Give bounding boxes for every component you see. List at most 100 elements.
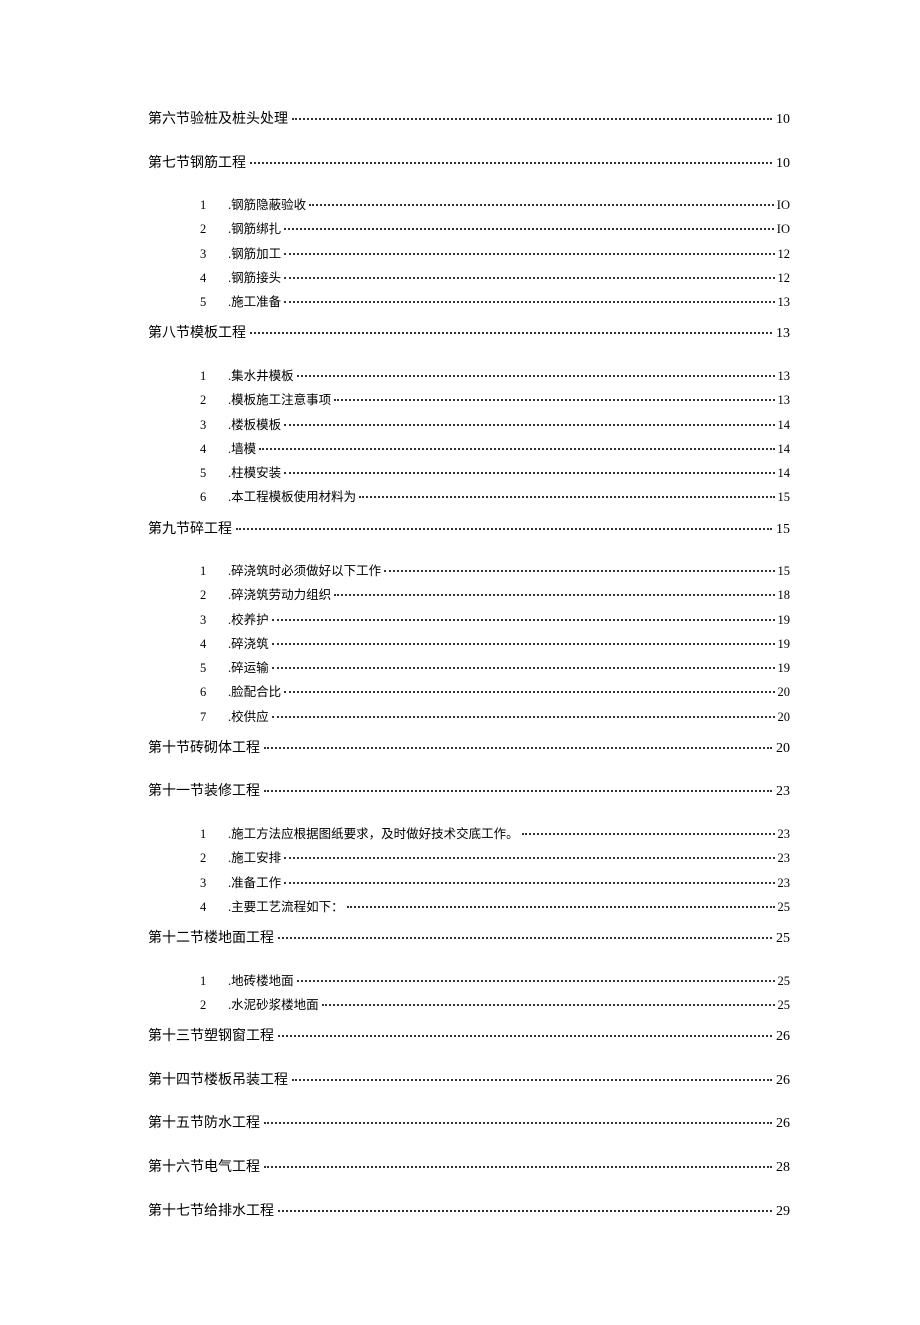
toc-leader-dots bbox=[284, 301, 774, 303]
toc-sub-page: 23 bbox=[778, 826, 791, 842]
toc-sub-title: .碎浇筑劳动力组织 bbox=[228, 587, 331, 603]
toc-sub-title: .本工程模板使用材料为 bbox=[228, 489, 356, 505]
toc-section-row: 第十六节电气工程28 bbox=[148, 1158, 790, 1178]
toc-sub-number: 4 bbox=[200, 441, 222, 457]
toc-leader-dots bbox=[272, 643, 775, 645]
toc-sub-row: 3.楼板模板14 bbox=[200, 417, 790, 433]
toc-sub-title: .钢筋加工 bbox=[228, 246, 281, 262]
toc-section-row: 第十二节楼地面工程 25 bbox=[148, 929, 790, 949]
toc-leader-dots bbox=[347, 906, 775, 908]
toc-leader-dots bbox=[278, 1035, 772, 1037]
toc-section-title: 第十五节防水工程 bbox=[148, 1114, 260, 1134]
toc-leader-dots bbox=[297, 980, 775, 982]
toc-sub-page: 25 bbox=[778, 973, 791, 989]
toc-leader-dots bbox=[236, 528, 772, 530]
toc-sub-title: .准备工作 bbox=[228, 875, 281, 891]
toc-leader-dots bbox=[272, 619, 775, 621]
toc-sub-list: 1.碎浇筑时必须做好以下工作152.碎浇筑劳动力组织183.校养护194.碎浇筑… bbox=[148, 563, 790, 725]
toc-sub-title: .施工准备 bbox=[228, 294, 281, 310]
toc-section-page: 25 bbox=[776, 929, 790, 949]
toc-section-title: 第七节钢筋工程 bbox=[148, 154, 246, 174]
toc-leader-dots bbox=[264, 1122, 772, 1124]
toc-sub-page: 13 bbox=[778, 392, 791, 408]
toc-leader-dots bbox=[264, 790, 772, 792]
toc-leader-dots bbox=[278, 937, 772, 939]
toc-section-title: 第六节验桩及桩头处理 bbox=[148, 110, 288, 130]
toc-sub-title: .碎浇筑 bbox=[228, 636, 269, 652]
toc-sub-number: 4 bbox=[200, 899, 222, 915]
toc-leader-dots bbox=[334, 594, 774, 596]
toc-sub-title: .脸配合比 bbox=[228, 684, 281, 700]
toc-section-row: 第六节验桩及桩头处理 10 bbox=[148, 110, 790, 130]
toc-section-page: 26 bbox=[776, 1071, 790, 1091]
toc-sub-number: 4 bbox=[200, 636, 222, 652]
toc-leader-dots bbox=[284, 882, 774, 884]
toc-sub-number: 5 bbox=[200, 294, 222, 310]
toc-block: 第八节模板工程131.集水井模板132.模板施工注意事项133.楼板模板144.… bbox=[148, 324, 790, 505]
toc-sub-row: 1.集水井模板13 bbox=[200, 368, 790, 384]
toc-sub-number: 2 bbox=[200, 587, 222, 603]
toc-section-row: 第十五节防水工程26 bbox=[148, 1114, 790, 1134]
toc-section-page: 10 bbox=[776, 154, 790, 174]
toc-sub-page: 12 bbox=[778, 270, 791, 286]
toc-section-title: 第十四节楼板吊装工程 bbox=[148, 1071, 288, 1091]
toc-section-page: 15 bbox=[776, 520, 790, 540]
toc-sub-title: .柱模安装 bbox=[228, 465, 281, 481]
toc-block: 第十一节装修工程231.施工方法应根据图纸要求，及时做好技术交底工作。232.施… bbox=[148, 782, 790, 915]
toc-sub-row: 6 .本工程模板使用材料为 15 bbox=[200, 489, 790, 505]
toc-sub-title: .校养护 bbox=[228, 612, 269, 628]
toc-block: 第七节钢筋工程101.钢筋隐蔽验收IO2.钢筋绑扎IO3.钢筋加工124.钢筋接… bbox=[148, 154, 790, 311]
toc-leader-dots bbox=[359, 496, 774, 498]
toc-leader-dots bbox=[259, 448, 774, 450]
toc-sub-title: .钢筋接头 bbox=[228, 270, 281, 286]
toc-sub-number: 6 bbox=[200, 489, 222, 505]
toc-sub-row: 4.墙模14 bbox=[200, 441, 790, 457]
table-of-contents: 第六节验桩及桩头处理10第七节钢筋工程101.钢筋隐蔽验收IO2.钢筋绑扎IO3… bbox=[148, 110, 790, 1221]
toc-section-title: 第十节砖砌体工程 bbox=[148, 739, 260, 759]
toc-sub-number: 1 bbox=[200, 197, 222, 213]
toc-sub-list: 1.钢筋隐蔽验收IO2.钢筋绑扎IO3.钢筋加工124.钢筋接头125.施工准备… bbox=[148, 197, 790, 310]
toc-leader-dots bbox=[334, 399, 774, 401]
toc-sub-row: 2.模板施工注意事项13 bbox=[200, 392, 790, 408]
toc-sub-row: 1.钢筋隐蔽验收IO bbox=[200, 197, 790, 213]
toc-sub-number: 1 bbox=[200, 826, 222, 842]
toc-leader-dots bbox=[284, 277, 774, 279]
toc-sub-row: 4.钢筋接头12 bbox=[200, 270, 790, 286]
toc-sub-page: 20 bbox=[778, 684, 791, 700]
toc-section-page: 13 bbox=[776, 324, 790, 344]
toc-sub-row: 1.碎浇筑时必须做好以下工作15 bbox=[200, 563, 790, 579]
toc-leader-dots bbox=[309, 204, 774, 206]
toc-sub-page: 18 bbox=[778, 587, 791, 603]
toc-sub-page: IO bbox=[777, 197, 790, 213]
toc-sub-number: 1 bbox=[200, 563, 222, 579]
toc-leader-dots bbox=[250, 332, 772, 334]
toc-sub-title: .碎运输 bbox=[228, 660, 269, 676]
toc-sub-page: IO bbox=[777, 221, 790, 237]
toc-sub-page: 15 bbox=[778, 489, 791, 505]
toc-sub-row: 6.脸配合比20 bbox=[200, 684, 790, 700]
toc-leader-dots bbox=[297, 375, 775, 377]
toc-sub-title: .集水井模板 bbox=[228, 368, 294, 384]
toc-sub-list: 1.施工方法应根据图纸要求，及时做好技术交底工作。232.施工安排233.准备工… bbox=[148, 826, 790, 915]
toc-sub-list: 1.地砖楼地面252.水泥砂浆楼地面25 bbox=[148, 973, 790, 1014]
toc-section-title: 第十六节电气工程 bbox=[148, 1158, 260, 1178]
toc-section-row: 第十七节给排水工程29 bbox=[148, 1202, 790, 1222]
toc-sub-page: 14 bbox=[778, 417, 791, 433]
toc-sub-row: 3.校养护19 bbox=[200, 612, 790, 628]
toc-leader-dots bbox=[292, 118, 772, 120]
toc-sub-list: 1.集水井模板132.模板施工注意事项133.楼板模板144.墙模145.柱模安… bbox=[148, 368, 790, 506]
toc-sub-number: 2 bbox=[200, 997, 222, 1013]
toc-sub-row: 3.钢筋加工12 bbox=[200, 246, 790, 262]
toc-sub-row: 5.碎运输19 bbox=[200, 660, 790, 676]
toc-section-page: 10 bbox=[776, 110, 790, 130]
toc-leader-dots bbox=[384, 570, 774, 572]
toc-section-title: 第十二节楼地面工程 bbox=[148, 929, 274, 949]
toc-sub-row: 2.水泥砂浆楼地面25 bbox=[200, 997, 790, 1013]
toc-sub-page: 20 bbox=[778, 709, 791, 725]
toc-leader-dots bbox=[522, 833, 775, 835]
toc-sub-number: 3 bbox=[200, 612, 222, 628]
toc-section-row: 第十节砖砌体工程20 bbox=[148, 739, 790, 759]
toc-sub-page: 23 bbox=[778, 875, 791, 891]
toc-sub-page: 25 bbox=[778, 899, 791, 915]
toc-leader-dots bbox=[278, 1210, 772, 1212]
